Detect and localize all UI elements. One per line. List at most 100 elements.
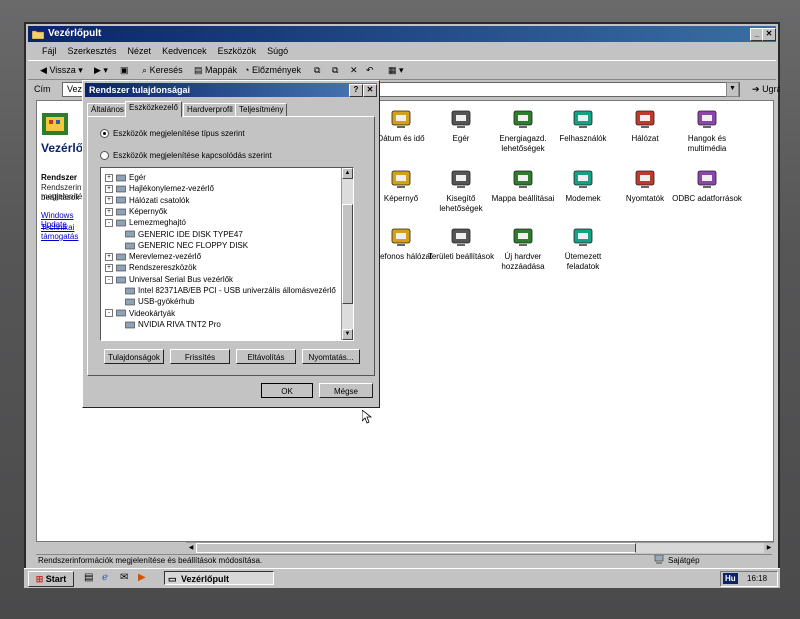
- menu-view[interactable]: Nézet: [128, 46, 152, 56]
- radio-by-connection[interactable]: Eszközök megjelenítése kapcsolódás szeri…: [100, 151, 272, 161]
- tree-item[interactable]: + Képernyők: [105, 206, 167, 217]
- media-player-icon[interactable]: ▶: [138, 572, 146, 583]
- tree-item[interactable]: Intel 82371AB/EB PCI - USB univerzális á…: [125, 285, 336, 296]
- tech-support-link[interactable]: Technikai támogatás: [41, 223, 83, 241]
- cp-item-label: Egér: [452, 134, 470, 143]
- cp-item-label: Felhasználók: [559, 134, 607, 143]
- cp-item-label: Ütemezett feladatok: [564, 252, 602, 271]
- tab-performance[interactable]: Teljesítmény: [235, 103, 288, 116]
- help-button[interactable]: ?: [349, 84, 363, 97]
- dialog-titlebar[interactable]: Rendszer tulajdonságai ? ✕: [85, 83, 377, 97]
- undo-button[interactable]: ↶: [366, 61, 374, 79]
- go-button[interactable]: ➔ Ugrás: [752, 81, 780, 97]
- tree-item[interactable]: + Egér: [105, 172, 146, 183]
- language-indicator[interactable]: Hu: [723, 573, 738, 584]
- tree-item[interactable]: + Merevlemez-vezérlő: [105, 251, 201, 262]
- radio-by-type[interactable]: Eszközök megjelenítése típus szerint: [100, 129, 245, 139]
- cp-item-modem[interactable]: Modemek: [548, 167, 618, 204]
- window-titlebar[interactable]: Vezérlőpult _ ✕: [28, 26, 776, 42]
- tree-item[interactable]: + Hálózati csatolók: [105, 195, 189, 206]
- tree-item[interactable]: USB-gyökérhub: [125, 296, 194, 307]
- tree-item[interactable]: NVIDIA RIVA TNT2 Pro: [125, 319, 221, 330]
- back-button[interactable]: ◀ Vissza ▾: [40, 61, 83, 79]
- tab-device-manager[interactable]: Eszközkezelő: [125, 101, 182, 117]
- views-button[interactable]: ▦ ▾: [388, 61, 404, 79]
- cp-item-network[interactable]: Hálózat: [610, 107, 680, 144]
- collapse-icon[interactable]: -: [105, 219, 113, 228]
- folders-button[interactable]: ▤ Mappák: [194, 61, 237, 79]
- close-button[interactable]: ✕: [762, 28, 776, 41]
- expand-icon[interactable]: +: [105, 185, 113, 194]
- clock[interactable]: 16:18: [747, 572, 767, 586]
- delete-button[interactable]: ✕: [350, 61, 358, 79]
- expand-icon[interactable]: +: [105, 196, 113, 205]
- horizontal-scrollbar[interactable]: ◀ ▶: [186, 542, 774, 553]
- usb-icon: [125, 298, 135, 306]
- scroll-thumb[interactable]: [196, 543, 636, 553]
- printer-icon: [633, 167, 657, 191]
- cp-item-database[interactable]: ODBC adatforrások: [672, 167, 742, 204]
- tree-vertical-scrollbar[interactable]: ▲ ▼: [341, 168, 353, 340]
- address-dropdown[interactable]: ▼: [726, 82, 739, 97]
- ok-button[interactable]: OK: [261, 383, 313, 398]
- tree-item[interactable]: GENERIC NEC FLOPPY DISK: [125, 240, 248, 251]
- remove-button[interactable]: Eltávolítás: [236, 349, 296, 364]
- cp-item-label: Új hardver hozzáadása: [501, 252, 545, 271]
- collapse-icon[interactable]: -: [105, 309, 113, 318]
- print-button[interactable]: Nyomtatás...: [302, 349, 360, 364]
- cp-item-speaker[interactable]: Hangok és multimédia: [672, 107, 742, 154]
- internet-explorer-icon[interactable]: ℯ: [102, 572, 108, 583]
- tab-general[interactable]: Általános: [87, 103, 128, 116]
- cp-item-scheduled-tasks[interactable]: Ütemezett feladatok: [548, 225, 618, 272]
- tree-scroll-thumb[interactable]: [342, 204, 353, 304]
- cp-item-globe[interactable]: Területi beállítások: [426, 225, 496, 262]
- menu-file[interactable]: Fájl: [42, 46, 57, 56]
- forward-button[interactable]: ▶ ▾: [94, 61, 108, 79]
- copy-to-button[interactable]: ⧉: [332, 61, 338, 79]
- refresh-button[interactable]: Frissítés: [170, 349, 230, 364]
- scroll-down-icon[interactable]: ▼: [342, 329, 353, 340]
- cp-item-mouse[interactable]: Egér: [426, 107, 496, 144]
- cp-item-accessibility[interactable]: Kisegítő lehetőségek: [426, 167, 496, 214]
- up-folder-button[interactable]: ▣: [120, 61, 129, 79]
- collapse-icon[interactable]: -: [105, 275, 113, 284]
- cp-item-users[interactable]: Felhasználók: [548, 107, 618, 144]
- tree-item[interactable]: - Universal Serial Bus vezérlők: [105, 274, 233, 285]
- scroll-up-icon[interactable]: ▲: [342, 168, 353, 179]
- search-button[interactable]: ⌕ Keresés: [142, 61, 183, 79]
- menu-tools[interactable]: Eszközök: [218, 46, 257, 56]
- expand-icon[interactable]: +: [105, 252, 113, 261]
- menu-favorites[interactable]: Kedvencek: [162, 46, 207, 56]
- delete-icon: ✕: [350, 65, 358, 75]
- cancel-button[interactable]: Mégse: [319, 383, 373, 398]
- tree-item[interactable]: + Hajlékonylemez-vezérlő: [105, 183, 214, 194]
- scroll-right-icon[interactable]: ▶: [764, 543, 774, 553]
- system-tray: Hu 16:18: [720, 571, 778, 587]
- menu-help[interactable]: Súgó: [267, 46, 288, 56]
- expand-icon[interactable]: +: [105, 264, 113, 273]
- tree-item[interactable]: - Videokártyák: [105, 308, 175, 319]
- tree-item[interactable]: - Lemezmeghajtó: [105, 217, 186, 228]
- mouse-pointer-icon: [361, 409, 373, 426]
- tree-item[interactable]: + Rendszereszközök: [105, 262, 197, 273]
- dialog-close-button[interactable]: ✕: [363, 84, 377, 97]
- scroll-left-icon[interactable]: ◀: [186, 543, 196, 553]
- history-button[interactable]: ◔ Előzmények: [244, 61, 301, 79]
- move-to-button[interactable]: ⧉: [314, 61, 320, 79]
- tree-item[interactable]: GENERIC IDE DISK TYPE47: [125, 229, 243, 240]
- device-tree[interactable]: + Egér + Hajlékonylemez-vezérlő + Hálózati cs…: [100, 167, 354, 341]
- hardware-icon: [511, 225, 535, 249]
- taskbar-control-panel[interactable]: ▭ Vezérlőpult: [164, 571, 274, 585]
- tab-hardware-profiles[interactable]: Hardverprofil: [183, 103, 237, 116]
- menu-edit[interactable]: Szerkesztés: [68, 46, 117, 56]
- outlook-express-icon[interactable]: ✉: [120, 572, 128, 583]
- cp-item-printer[interactable]: Nyomtatók: [610, 167, 680, 204]
- mouse-icon: [116, 174, 126, 182]
- expand-icon[interactable]: +: [105, 173, 113, 182]
- properties-button[interactable]: Tulajdonságok: [104, 349, 164, 364]
- start-button[interactable]: ⊞ Start: [28, 571, 74, 587]
- disk-icon: [125, 230, 135, 238]
- show-desktop-icon[interactable]: ▤: [84, 572, 93, 583]
- left-info-panel: Vezérlőpult Rendszer Rendszerinformációk…: [37, 101, 116, 301]
- expand-icon[interactable]: +: [105, 207, 113, 216]
